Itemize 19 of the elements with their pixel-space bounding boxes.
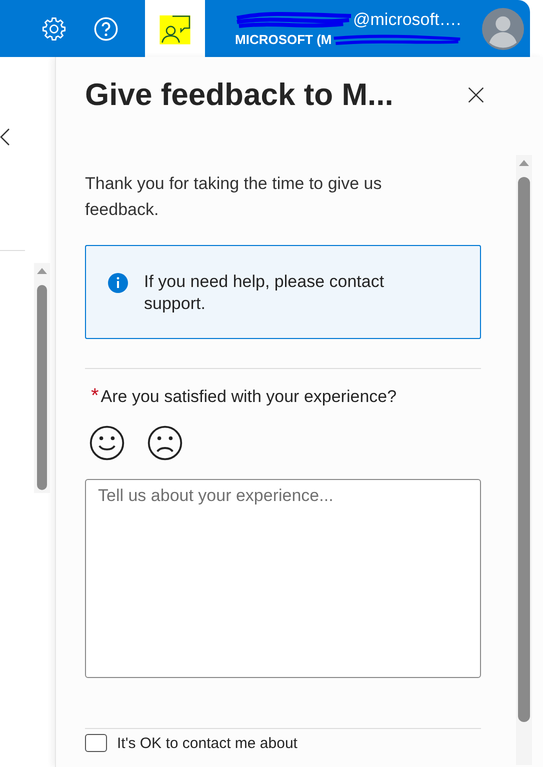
chevron-icon[interactable]: [0, 127, 10, 147]
account-organization: MICROSOFT (M: [235, 32, 332, 47]
info-text: If you need help, please contact support.: [144, 271, 386, 315]
settings-icon[interactable]: [41, 16, 67, 42]
scrollbar[interactable]: [516, 155, 532, 765]
required-mark: *: [91, 385, 99, 408]
avatar-icon[interactable]: [482, 8, 524, 50]
intro-text: Thank you for taking the time to give us feedback.: [85, 173, 383, 221]
scroll-up-icon[interactable]: [36, 267, 48, 275]
panel-title: Give feedback to M...: [85, 77, 394, 113]
scroll-up-icon[interactable]: [518, 159, 530, 167]
help-icon[interactable]: [93, 16, 119, 42]
scrollbar[interactable]: [34, 263, 50, 493]
checkbox[interactable]: [85, 734, 107, 752]
question-label: Are you satisfied with your experience?: [100, 387, 397, 407]
info-icon: [108, 273, 128, 293]
comment-field[interactable]: Tell us about your experience...: [85, 479, 481, 678]
account-name: @microsoft….: [353, 10, 461, 30]
checkbox-label: It's OK to contact me about: [117, 734, 298, 752]
